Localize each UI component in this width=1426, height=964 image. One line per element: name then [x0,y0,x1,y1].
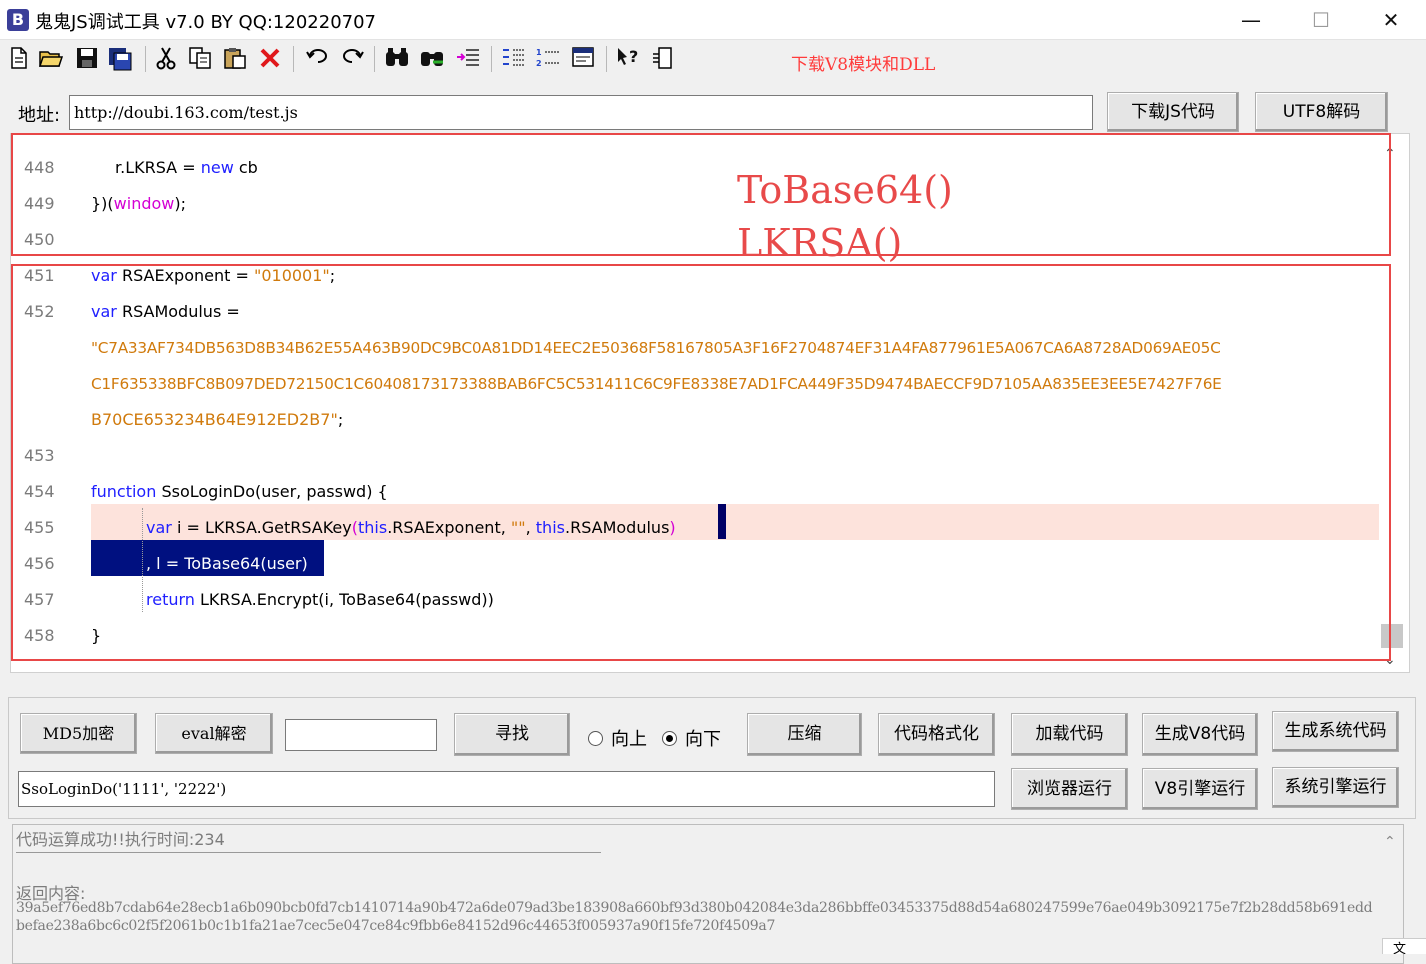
annotation-box [11,264,1391,661]
svg-text:?: ? [629,47,638,66]
output-divider [16,852,601,853]
v8-engine-run-button[interactable]: V8引擎运行 [1142,768,1258,810]
toolbar-separator [491,46,492,72]
minimize-button[interactable]: — [1216,0,1286,40]
help-icon[interactable]: ? [616,46,642,72]
delete-icon[interactable] [257,46,283,72]
new-file-icon[interactable] [6,46,32,72]
copy-icon[interactable] [187,46,213,72]
output-return-value: 39a5ef76ed8b7cdab64e28ecb1a6b090bcb0fd7c… [16,900,1373,934]
paste-icon[interactable] [222,46,248,72]
address-input[interactable]: http://doubi.163.com/test.js [69,95,1093,130]
redo-icon[interactable] [339,46,365,72]
format-code-button[interactable]: 代码格式化 [878,713,995,756]
annotation-text: ToBase64() LKRSA() [737,164,953,270]
window-icon[interactable] [570,46,596,72]
eval-decode-button[interactable]: eval解密 [155,713,273,754]
address-label: 地址: [18,105,61,126]
radio-label: 向下 [685,729,721,750]
save-all-icon[interactable] [107,46,133,72]
compress-button[interactable]: 压缩 [747,713,862,756]
generate-system-code-button[interactable]: 生成系统代码 [1272,711,1399,752]
toolbar-separator [293,46,294,72]
radio-search-down[interactable]: 向下 [662,725,721,751]
panel-icon[interactable] [650,46,676,72]
output-status: 代码运算成功!!执行时间:234 [16,830,225,849]
radio-button[interactable] [662,731,677,746]
generate-v8-code-button[interactable]: 生成V8代码 [1142,713,1258,756]
system-engine-run-button[interactable]: 系统引擎运行 [1272,767,1399,808]
annotation-line: ToBase64() [737,168,953,212]
radio-label: 向上 [611,729,647,750]
ime-indicator: 文 [1382,938,1426,954]
browser-run-button[interactable]: 浏览器运行 [1011,768,1128,810]
toolbar [0,41,1426,77]
search-input[interactable] [285,719,437,751]
md5-encrypt-button[interactable]: MD5加密 [20,713,137,754]
utf8-decode-button[interactable]: UTF8解码 [1255,92,1388,132]
outdent-icon[interactable] [501,46,527,72]
svg-text:1: 1 [536,48,542,57]
download-js-button[interactable]: 下载JS代码 [1107,92,1239,132]
maximize-button[interactable]: ☐ [1286,0,1356,40]
radio-button[interactable] [588,731,603,746]
toolbar-separator [374,46,375,72]
find-button[interactable]: 寻找 [454,713,570,756]
close-button[interactable]: ✕ [1356,0,1426,40]
annotation-line: LKRSA() [737,221,903,265]
radio-search-up[interactable]: 向上 [588,725,647,751]
open-folder-icon[interactable] [38,46,64,72]
svg-text:2: 2 [536,59,542,68]
toolbar-separator [145,46,146,72]
find-icon[interactable] [384,46,410,72]
undo-icon[interactable] [305,46,331,72]
toolbar-separator [606,46,607,72]
window-title: 鬼鬼JS调试工具 v7.0 BY QQ:120220707 [35,12,377,33]
app-icon: B [7,9,29,31]
indent-icon[interactable] [455,46,481,72]
cut-icon[interactable] [153,46,179,72]
annotation-box [11,133,1391,256]
save-icon[interactable] [74,46,100,72]
call-expression-input[interactable]: SsoLoginDo('1111', '2222') [18,771,995,807]
output-scroll-up-arrow[interactable]: ⌃ [1384,834,1396,850]
line-numbers-icon[interactable]: 12 [535,46,561,72]
find-replace-icon[interactable] [419,46,445,72]
download-v8-dll-link[interactable]: 下载V8模块和DLL [791,50,935,75]
load-code-button[interactable]: 加载代码 [1011,713,1128,756]
